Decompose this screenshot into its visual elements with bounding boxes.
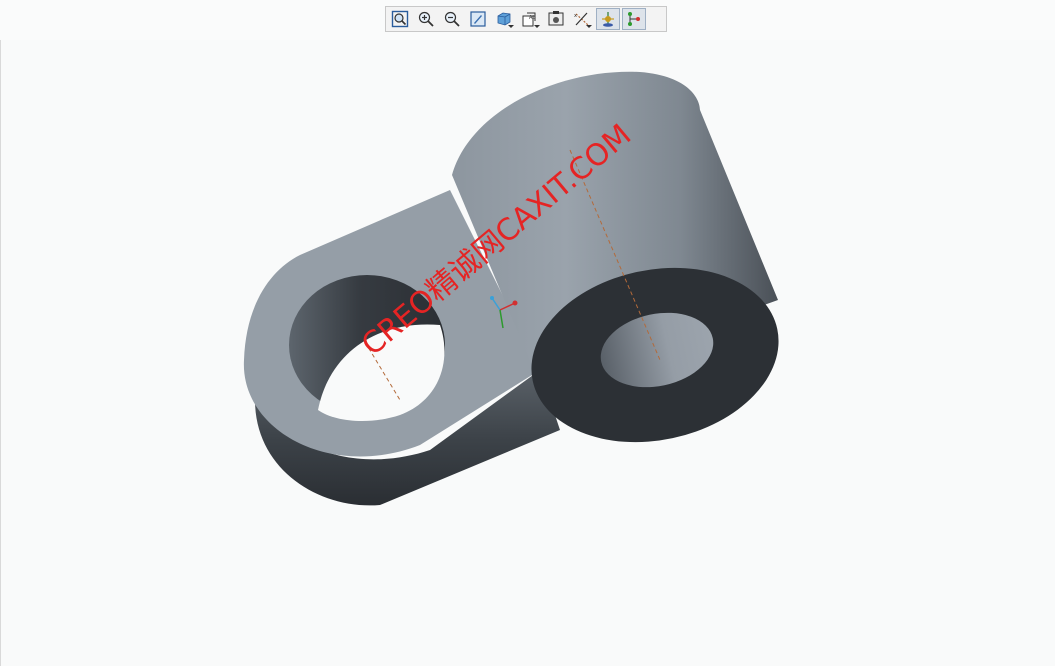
part-model[interactable] xyxy=(0,0,1055,666)
